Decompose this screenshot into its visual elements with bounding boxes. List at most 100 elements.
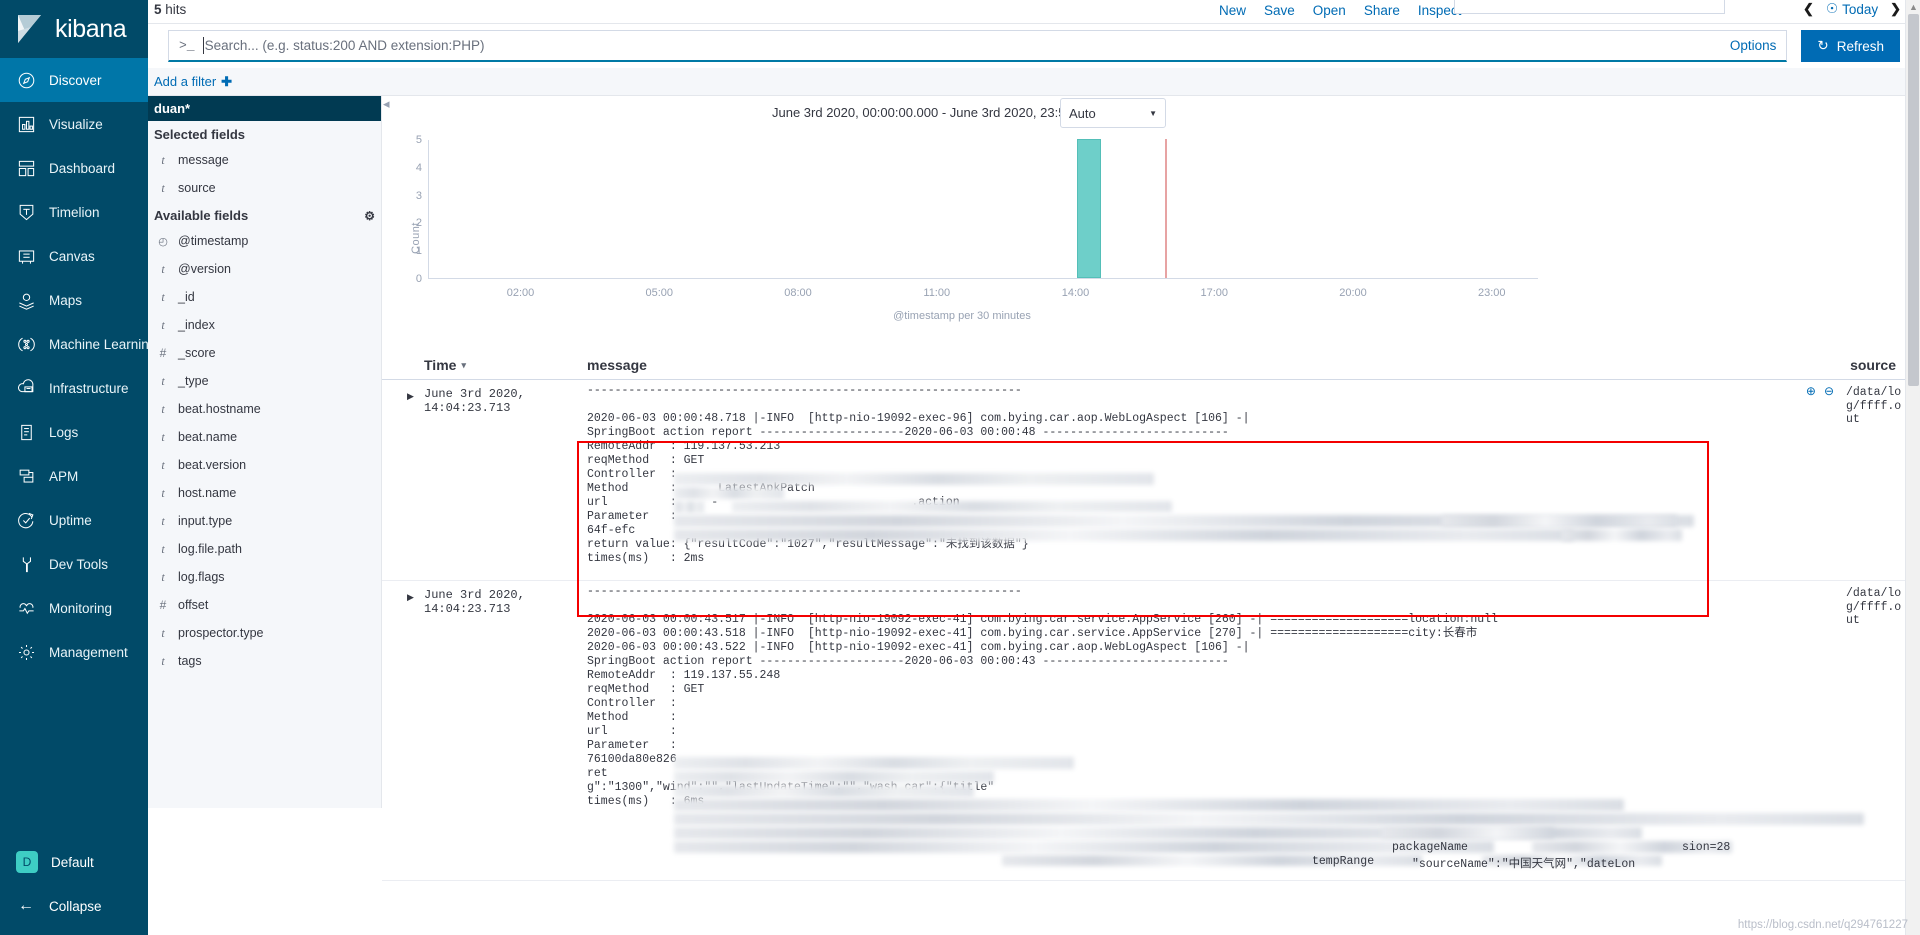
redacted-text-mask (674, 473, 1154, 485)
caret-right-icon[interactable]: ▶ (407, 592, 419, 604)
sidebar-item-logs[interactable]: Logs (0, 410, 148, 454)
doc-message-fragment: sion=28 (1682, 841, 1731, 854)
scrollbar-thumb[interactable] (1908, 14, 1919, 386)
field-row-type[interactable]: t _type (148, 367, 381, 395)
chevron-right-icon[interactable]: ❯ (1890, 1, 1901, 17)
query-bar: >_ Options ↻ Refresh (148, 24, 1920, 68)
field-row-log-flags[interactable]: t log.flags (148, 563, 381, 591)
field-name: input.type (178, 514, 233, 528)
space-selector[interactable]: D Default (0, 841, 148, 883)
sidebar-item-timelion[interactable]: Timelion (0, 190, 148, 234)
redacted-text-mask (674, 785, 974, 797)
plus-icon: ✚ (221, 73, 233, 89)
sidebar-item-uptime[interactable]: Uptime (0, 498, 148, 542)
refresh-button[interactable]: ↻ Refresh (1801, 30, 1900, 62)
machine-learning-icon (16, 334, 36, 354)
column-header-time[interactable]: Time ▾ (424, 357, 466, 373)
sidebar-item-dev-tools[interactable]: Dev Tools (0, 542, 148, 586)
magnify-plus-icon[interactable]: ⊕ (1806, 384, 1816, 398)
sidebar-item-label: Timelion (49, 204, 100, 220)
index-pattern-selector[interactable]: duan* (148, 96, 381, 121)
share-button[interactable]: Share (1364, 3, 1400, 18)
magnify-minus-icon[interactable]: ⊖ (1824, 384, 1834, 398)
field-name: prospector.type (178, 626, 264, 640)
sidebar-item-apm[interactable]: APM (0, 454, 148, 498)
open-button[interactable]: Open (1313, 3, 1346, 18)
new-button[interactable]: New (1219, 3, 1246, 18)
doc-message-fragment: tempRange (1312, 855, 1375, 868)
watermark-url: https://blog.csdn.net/q294761227 (1737, 919, 1908, 931)
redacted-text-mask (674, 771, 994, 783)
field-name: beat.name (178, 430, 238, 444)
space-badge: D (16, 851, 38, 873)
x-tick-label: 11:00 (923, 287, 951, 299)
redacted-text-mask (674, 841, 1494, 853)
sidebar-item-visualize[interactable]: Visualize (0, 102, 148, 146)
interval-select[interactable]: Auto ▼ (1060, 98, 1166, 128)
sidebar-item-machine-learning[interactable]: Machine Learning (0, 322, 156, 366)
chevron-up-icon[interactable]: ▲ (1909, 2, 1918, 12)
x-tick-label: 23:00 (1477, 287, 1506, 299)
sidebar-item-dashboard[interactable]: Dashboard (0, 146, 148, 190)
field-row-message[interactable]: t message (148, 146, 381, 174)
available-fields-title: Available fields ⚙ (154, 208, 375, 223)
field-row-prospector-type[interactable]: t prospector.type (148, 619, 381, 647)
caret-right-icon[interactable]: ▶ (407, 391, 419, 403)
field-row-version[interactable]: t @version (148, 255, 381, 283)
string-type-icon: t (161, 653, 165, 668)
field-row-beat-name[interactable]: t beat.name (148, 423, 381, 451)
save-button[interactable]: Save (1264, 3, 1295, 18)
field-row-input-type[interactable]: t input.type (148, 507, 381, 535)
sidebar-item-canvas[interactable]: Canvas (0, 234, 148, 278)
doc-message-fragment: "sourceName":"中国天气网","dateLon (1412, 858, 1636, 871)
search-input[interactable] (204, 38, 1718, 53)
histogram-bar[interactable] (1076, 139, 1101, 278)
chevron-down-icon: ▼ (1149, 108, 1157, 118)
search-bar[interactable]: >_ Options (168, 30, 1788, 62)
doc-timestamp: June 3rd 2020, 14:04:23.713 (424, 588, 525, 616)
y-tick-label: 0 (415, 273, 422, 285)
space-label: Default (51, 854, 94, 870)
sidebar-item-monitoring[interactable]: Monitoring (0, 586, 148, 630)
collapse-sidebar-button[interactable]: ← Collapse (0, 887, 148, 925)
discover-main: ◂ June 3rd 2020, 00:00:00.000 - June 3rd… (382, 96, 1920, 935)
page-scrollbar[interactable]: ▲ (1905, 0, 1920, 935)
field-row-beat-hostname[interactable]: t beat.hostname (148, 395, 381, 423)
sidebar-item-discover[interactable]: Discover (0, 58, 148, 102)
sidebar-item-infrastructure[interactable]: Infrastructure (0, 366, 148, 410)
sidebar-item-management[interactable]: Management (0, 630, 148, 674)
query-options-button[interactable]: Options (1718, 38, 1777, 53)
field-row-id[interactable]: t _id (148, 283, 381, 311)
field-row-tags[interactable]: t tags (148, 647, 381, 675)
redacted-text-mask (674, 529, 1574, 541)
clock-icon: ☉ (1825, 1, 1839, 16)
field-row-offset[interactable]: # offset (148, 591, 381, 619)
primary-sidebar: kibana Discover Visualize Dashboard Time… (0, 0, 156, 935)
redacted-text-mask (674, 501, 704, 513)
kibana-brand[interactable]: kibana (0, 0, 148, 58)
add-filter-button[interactable]: Add a filter ✚ (154, 74, 232, 90)
field-row-index[interactable]: t _index (148, 311, 381, 339)
field-row-host-name[interactable]: t host.name (148, 479, 381, 507)
field-row-timestamp[interactable]: ◴ @timestamp (148, 227, 381, 255)
field-name: beat.hostname (178, 402, 261, 416)
sidebar-item-label: Canvas (49, 248, 95, 264)
x-tick-label: 05:00 (645, 287, 674, 299)
field-row-score[interactable]: # _score (148, 339, 381, 367)
field-name: host.name (178, 486, 237, 500)
field-row-source[interactable]: t source (148, 174, 381, 202)
field-row-beat-version[interactable]: t beat.version (148, 451, 381, 479)
time-picker-quick-today[interactable]: ☉ Today (1826, 1, 1878, 17)
string-type-icon: t (161, 625, 165, 640)
field-name: beat.version (178, 458, 247, 472)
chevron-left-icon[interactable]: ❮ (1803, 1, 1814, 17)
string-type-icon: t (161, 373, 165, 388)
documents-table: Time ▾ message source ▶ June 3rd 2020, 14… (382, 349, 1920, 935)
plot-area (428, 139, 1538, 279)
gear-icon[interactable]: ⚙ (364, 209, 375, 223)
field-row-log-file-path[interactable]: t log.file.path (148, 535, 381, 563)
field-name: log.file.path (178, 542, 242, 556)
sidebar-item-maps[interactable]: Maps (0, 278, 148, 322)
hits-count: 5 hits (154, 2, 186, 17)
y-tick-label: 5 (415, 134, 422, 146)
